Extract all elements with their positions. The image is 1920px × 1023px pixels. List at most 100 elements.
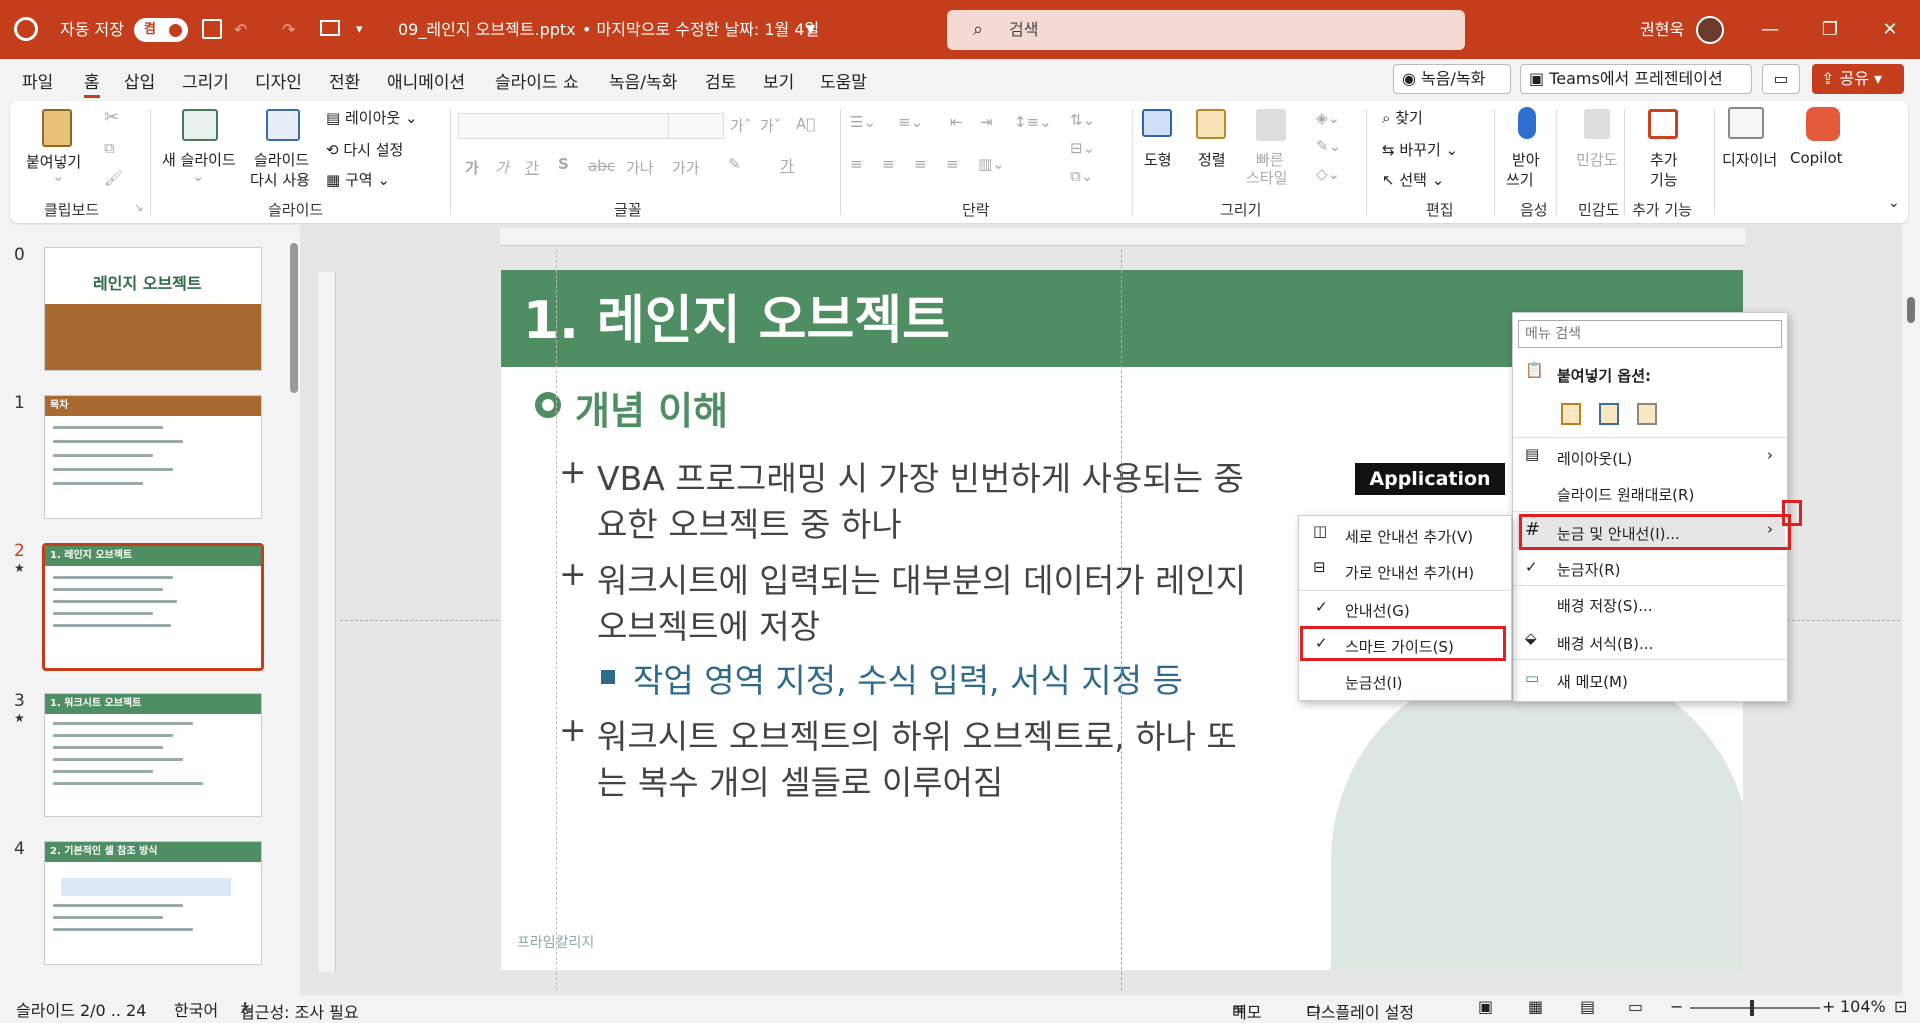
- paste-icon[interactable]: [42, 109, 72, 147]
- bullet-3b[interactable]: 는 복수 개의 셀들로 이루어짐: [597, 756, 1003, 804]
- arrange-label[interactable]: 정렬: [1198, 149, 1226, 170]
- layout-button[interactable]: ▤ 레이아웃 ⌄: [326, 107, 418, 128]
- normal-view-icon[interactable]: ▣: [1478, 997, 1493, 1016]
- bullet-2b[interactable]: 오브젝트에 저장: [597, 600, 820, 648]
- underline-icon[interactable]: 간: [525, 157, 539, 178]
- copilot-icon[interactable]: [1806, 107, 1840, 141]
- case-icon[interactable]: 가가: [672, 157, 700, 178]
- cut-icon[interactable]: ✂: [104, 107, 119, 128]
- new-slide-dropdown-icon[interactable]: ⌄: [192, 167, 205, 185]
- redo-icon[interactable]: ↷: [282, 0, 295, 59]
- last-modified[interactable]: • 마지막으로 수정한 날짜: 1월 4일: [582, 0, 819, 59]
- menu-format-background[interactable]: 배경 서식(B)...: [1557, 633, 1653, 654]
- align-right-icon[interactable]: ≡: [914, 155, 927, 173]
- reset-button[interactable]: ⟲ 다시 설정: [326, 139, 403, 160]
- tab-help[interactable]: 도움말: [820, 68, 867, 93]
- tab-transitions[interactable]: 전환: [329, 68, 360, 93]
- bullets-icon[interactable]: ☰⌄: [850, 113, 876, 131]
- autosave-toggle[interactable]: 켬: [134, 18, 188, 42]
- reuse-slides-label-2[interactable]: 다시 사용: [250, 169, 310, 190]
- zoom-slider-thumb[interactable]: [1750, 1000, 1754, 1016]
- clear-format-icon[interactable]: A⃠: [796, 115, 815, 133]
- bullet-1b[interactable]: 요한 오브젝트 중 하나: [597, 498, 902, 546]
- guide-vertical-left[interactable]: [556, 250, 557, 990]
- tab-file[interactable]: 파일: [22, 68, 53, 93]
- search-box[interactable]: ⌕ 검색: [947, 10, 1465, 50]
- quick-styles-label-2[interactable]: 스타일: [1246, 167, 1287, 188]
- sensitivity-label[interactable]: 민감도: [1576, 149, 1617, 170]
- shapes-label[interactable]: 도형: [1144, 149, 1172, 170]
- menu-search-input[interactable]: 메뉴 검색: [1518, 320, 1782, 348]
- paste-dropdown-icon[interactable]: ⌄: [52, 167, 65, 185]
- spacing-icon[interactable]: 가나: [626, 157, 654, 178]
- find-button[interactable]: ⌕ 찾기: [1382, 107, 1423, 128]
- thumbnail-scrollbar[interactable]: [290, 243, 298, 393]
- save-icon[interactable]: [202, 19, 222, 39]
- addins-label-1[interactable]: 추가: [1650, 149, 1678, 170]
- decrease-indent-icon[interactable]: ⇤: [950, 113, 963, 131]
- text-direction-icon[interactable]: ⇅⌄: [1070, 111, 1095, 129]
- zoom-level[interactable]: 104%: [1840, 997, 1886, 1016]
- font-color-icon[interactable]: 가: [780, 155, 794, 176]
- present-icon[interactable]: [320, 20, 340, 36]
- thumbnail-slide-2[interactable]: 1. 레인지 오브젝트: [42, 543, 264, 671]
- dictate-label-2[interactable]: 쓰기: [1506, 169, 1534, 190]
- replace-button[interactable]: ⇆ 바꾸기 ⌄: [1382, 139, 1458, 160]
- copilot-label[interactable]: Copilot: [1790, 149, 1843, 167]
- user-name[interactable]: 권현욱: [1640, 0, 1684, 59]
- italic-icon[interactable]: 가: [495, 157, 509, 178]
- menu-ruler[interactable]: 눈금자(R): [1557, 559, 1621, 580]
- addins-icon[interactable]: [1648, 109, 1678, 139]
- slide-title[interactable]: 1. 레인지 오브젝트: [523, 278, 950, 353]
- menu-add-horizontal-guide[interactable]: 가로 안내선 추가(H): [1345, 562, 1474, 583]
- tab-view[interactable]: 보기: [763, 68, 794, 93]
- menu-reset-slide[interactable]: 슬라이드 원래대로(R): [1557, 484, 1694, 505]
- horizontal-ruler[interactable]: [500, 228, 1746, 246]
- avatar[interactable]: [1696, 16, 1724, 44]
- tab-record[interactable]: 녹음/녹화: [609, 68, 677, 93]
- format-painter-icon[interactable]: 🖌: [104, 169, 123, 187]
- thumbnail-slide-0[interactable]: 레인지 오브젝트: [44, 247, 262, 371]
- new-slide-icon[interactable]: [182, 109, 218, 141]
- restore-icon[interactable]: ❐: [1800, 0, 1860, 59]
- record-button[interactable]: ◉ 녹음/녹화: [1393, 64, 1511, 94]
- slide-indicator[interactable]: 슬라이드 2/0 .. 24: [16, 997, 146, 1021]
- paste-text-only-icon[interactable]: [1637, 403, 1657, 425]
- comments-icon[interactable]: ▭: [1762, 64, 1800, 94]
- bullet-3a[interactable]: 워크시트 오브젝트의 하위 오브젝트로, 하나 또: [597, 710, 1237, 758]
- paste-keep-source-icon[interactable]: [1561, 403, 1581, 425]
- font-grow-icon[interactable]: 가ˆ: [730, 115, 751, 136]
- close-icon[interactable]: ✕: [1860, 0, 1920, 59]
- menu-layout[interactable]: 레이아웃(L): [1557, 448, 1632, 469]
- zoom-in-icon[interactable]: +: [1822, 997, 1835, 1016]
- slide-sorter-icon[interactable]: ▦: [1528, 997, 1543, 1016]
- copy-icon[interactable]: ⧉: [104, 139, 115, 157]
- guide-vertical[interactable]: [1121, 250, 1122, 990]
- tab-animations[interactable]: 애니메이션: [387, 68, 465, 93]
- sensitivity-icon[interactable]: [1584, 109, 1610, 139]
- sub-bullet[interactable]: 작업 영역 지정, 수식 입력, 서식 지정 등: [633, 654, 1183, 702]
- dictate-label-1[interactable]: 받아: [1512, 149, 1540, 170]
- customize-qat-icon[interactable]: ▾: [356, 0, 363, 59]
- zoom-slider[interactable]: [1690, 1007, 1820, 1009]
- arrange-icon[interactable]: [1196, 109, 1226, 139]
- shape-outline-icon[interactable]: ✎⌄: [1316, 137, 1341, 155]
- quick-styles-icon[interactable]: [1256, 109, 1286, 141]
- reuse-slides-icon[interactable]: [266, 109, 300, 141]
- shapes-icon[interactable]: [1142, 109, 1172, 137]
- align-left-icon[interactable]: ≡: [850, 155, 863, 173]
- highlight-icon[interactable]: ✎: [728, 155, 741, 173]
- font-name-dropdown[interactable]: [458, 113, 674, 139]
- ribbon-collapse-icon[interactable]: ⌄: [1888, 195, 1900, 211]
- smartart-icon[interactable]: ⧉⌄: [1070, 167, 1093, 185]
- menu-gridlines[interactable]: 눈금선(I): [1345, 672, 1403, 693]
- language-indicator[interactable]: 한국어: [174, 997, 218, 1021]
- menu-new-comment[interactable]: 새 메모(M): [1557, 671, 1628, 692]
- tab-draw[interactable]: 그리기: [182, 68, 229, 93]
- undo-icon[interactable]: ↶: [234, 0, 247, 59]
- tab-insert[interactable]: 삽입: [124, 68, 155, 93]
- addins-label-2[interactable]: 기능: [1650, 169, 1678, 190]
- microphone-icon[interactable]: [1518, 107, 1536, 139]
- designer-icon[interactable]: [1728, 107, 1764, 139]
- reading-view-icon[interactable]: ▤: [1580, 997, 1595, 1016]
